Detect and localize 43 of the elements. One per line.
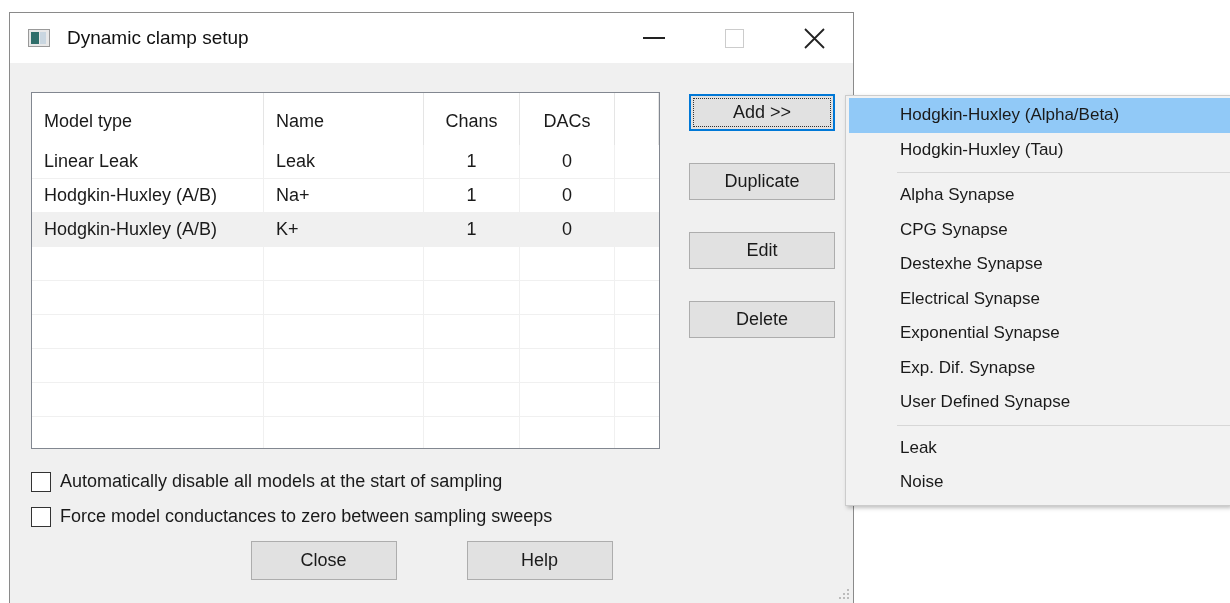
table-cell: Hodgkin-Huxley (A/B) [32, 213, 264, 246]
checkbox-label[interactable]: Force model conductances to zero between sampling sweeps [60, 506, 553, 527]
dialog-button[interactable]: Help [466, 541, 613, 580]
side-button[interactable]: Add >> [689, 94, 835, 131]
column-header[interactable]: Chans [424, 93, 520, 145]
resize-grip-icon[interactable] [838, 588, 850, 600]
menu-item[interactable]: Exp. Dif. Synapse [849, 350, 1230, 385]
dialog-button[interactable]: Close [250, 541, 397, 580]
table-cell: Leak [264, 145, 424, 178]
menu-item[interactable]: Alpha Synapse [849, 178, 1230, 213]
table-row[interactable]: Hodgkin-Huxley (A/B) K+ 1 0 [32, 213, 659, 247]
checkbox-label[interactable]: Automatically disable all models at the start of sampling [60, 471, 503, 492]
side-button[interactable]: Duplicate [689, 163, 835, 200]
menu-item[interactable]: User Defined Synapse [849, 385, 1230, 420]
menu-item[interactable]: Noise [849, 465, 1230, 500]
app-icon [28, 29, 50, 47]
table-cell: 1 [424, 179, 520, 212]
checkbox[interactable] [31, 506, 51, 527]
side-button[interactable]: Delete [689, 301, 835, 338]
menu-item[interactable]: Electrical Synapse [849, 281, 1230, 316]
table-cell: Hodgkin-Huxley (A/B) [32, 179, 264, 212]
menu-item[interactable]: Leak [849, 430, 1230, 465]
menu-item[interactable]: CPG Synapse [849, 212, 1230, 247]
table-cell: 0 [520, 145, 615, 178]
side-button[interactable]: Edit [689, 232, 835, 269]
menu-item[interactable]: Destexhe Synapse [849, 247, 1230, 282]
table-cell: 0 [520, 179, 615, 212]
close-icon[interactable] [804, 27, 825, 49]
table-row[interactable]: Linear Leak Leak 1 0 [32, 145, 659, 179]
menu-item[interactable]: Hodgkin-Huxley (Tau) [849, 132, 1230, 167]
table-cell: Na+ [264, 179, 424, 212]
column-header[interactable]: Model type [32, 93, 264, 145]
table-cell: Linear Leak [32, 145, 264, 178]
menu-item[interactable]: Exponential Synapse [849, 316, 1230, 351]
table-cell: 0 [520, 213, 615, 246]
table-cell: K+ [264, 213, 424, 246]
checkbox[interactable] [31, 471, 51, 492]
column-header[interactable]: DACs [520, 93, 615, 145]
table-cell: 1 [424, 213, 520, 246]
table-cell: 1 [424, 145, 520, 178]
window-title: Dynamic clamp setup [67, 27, 249, 49]
column-header[interactable]: Name [264, 93, 424, 145]
menu-item[interactable]: Hodgkin-Huxley (Alpha/Beta) [849, 98, 1230, 133]
